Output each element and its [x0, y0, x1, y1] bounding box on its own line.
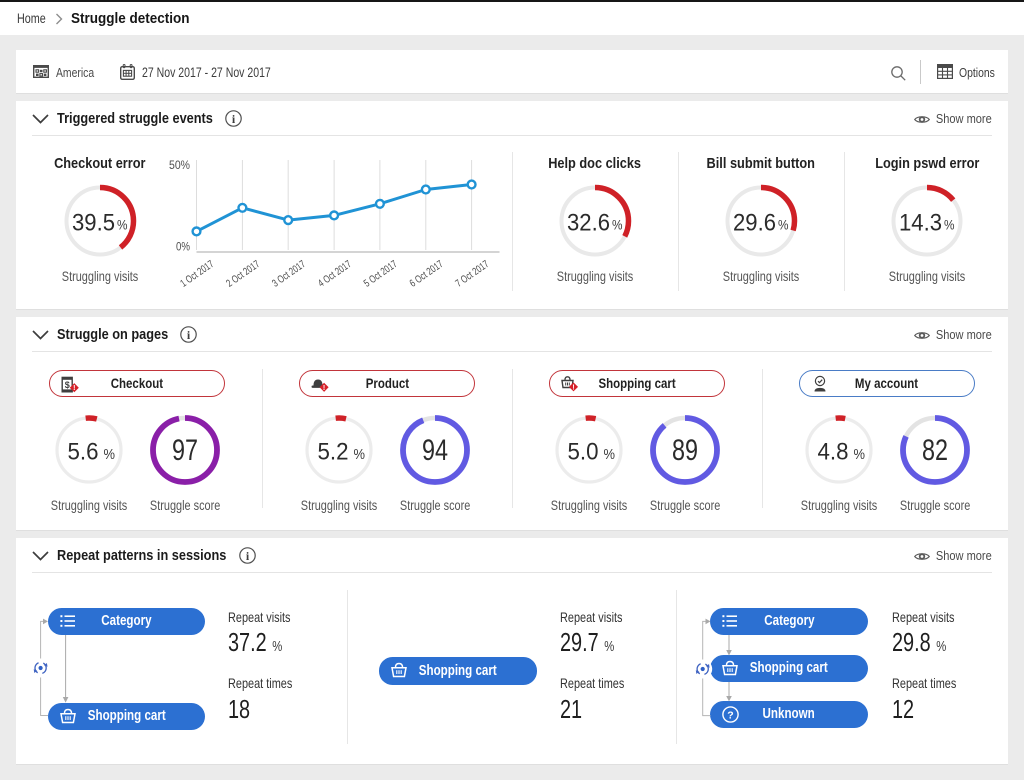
svg-text:%: % — [354, 447, 366, 463]
svg-text:!: ! — [73, 385, 75, 392]
svg-text:i: i — [187, 328, 191, 342]
svg-text:5.0: 5.0 — [568, 438, 599, 465]
svg-text:!: ! — [572, 384, 574, 391]
svg-text:%: % — [778, 217, 789, 232]
svg-text:%: % — [612, 217, 623, 232]
svg-text:50%: 50% — [169, 160, 190, 172]
svg-text:5 Oct 2017: 5 Oct 2017 — [362, 258, 400, 290]
svg-text:4.8: 4.8 — [818, 438, 849, 465]
svg-text:3 Oct 2017: 3 Oct 2017 — [270, 258, 308, 290]
svg-text:4 Oct 2017: 4 Oct 2017 — [316, 258, 354, 290]
svg-text:i: i — [246, 549, 250, 563]
svg-text:7 Oct 2017: 7 Oct 2017 — [453, 258, 491, 290]
svg-text:39.5: 39.5 — [72, 209, 115, 236]
svg-text:6 Oct 2017: 6 Oct 2017 — [408, 258, 446, 290]
svg-text:0%: 0% — [176, 242, 190, 254]
svg-text:2 Oct 2017: 2 Oct 2017 — [224, 258, 262, 290]
svg-text:5.2: 5.2 — [318, 438, 349, 465]
svg-text:14.3: 14.3 — [899, 209, 942, 236]
svg-text:%: % — [854, 447, 866, 463]
svg-text:%: % — [944, 217, 955, 232]
svg-text:5.6: 5.6 — [68, 438, 99, 465]
svg-text:i: i — [232, 112, 236, 126]
svg-text:89: 89 — [672, 434, 698, 467]
svg-text:82: 82 — [922, 434, 948, 467]
svg-text:!: ! — [323, 385, 325, 392]
svg-text:1 Oct 2017: 1 Oct 2017 — [178, 258, 216, 290]
svg-text:94: 94 — [422, 434, 448, 467]
svg-text:29.6: 29.6 — [733, 209, 776, 236]
svg-text:32.6: 32.6 — [567, 209, 610, 236]
svg-text:%: % — [117, 217, 128, 232]
svg-text:97: 97 — [172, 434, 198, 467]
svg-text:$: $ — [65, 380, 70, 390]
svg-text:%: % — [604, 447, 616, 463]
svg-text:%: % — [104, 447, 116, 463]
